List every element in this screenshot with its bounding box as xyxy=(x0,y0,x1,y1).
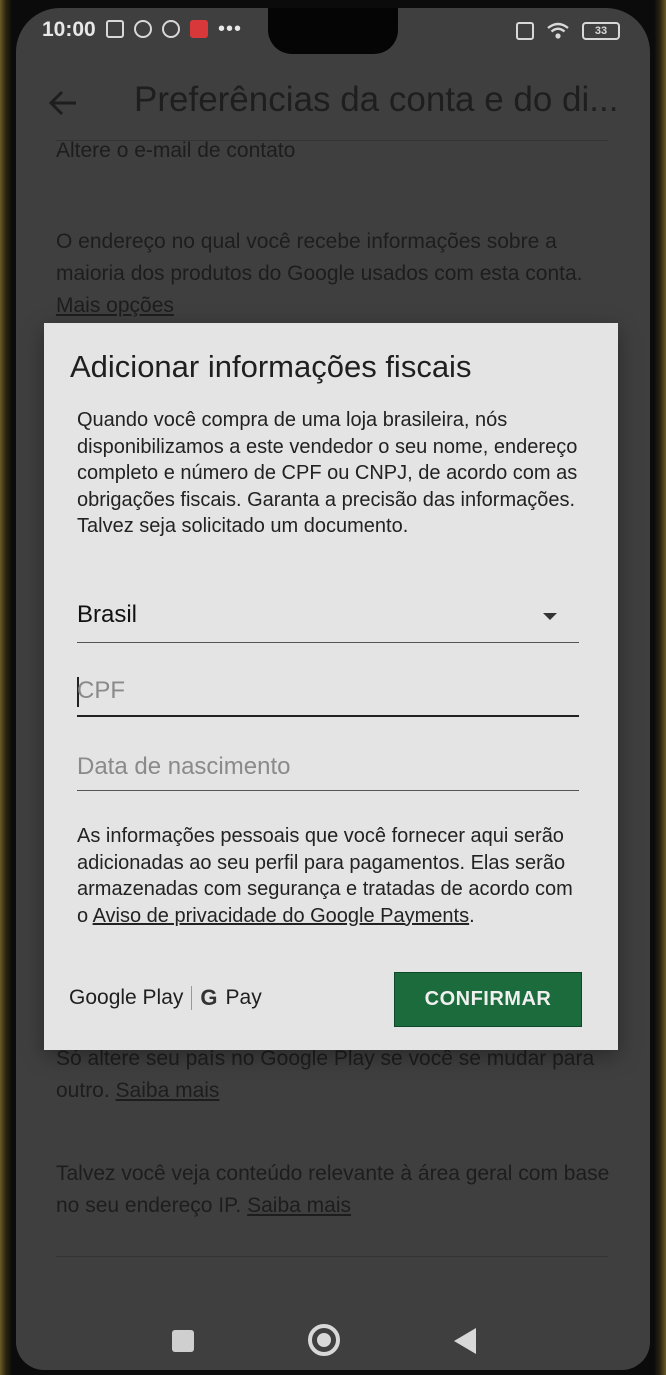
camera-notch xyxy=(268,8,398,54)
cpf-input[interactable] xyxy=(77,673,579,709)
status-icons-right: 33 xyxy=(516,22,620,40)
confirm-button[interactable]: CONFIRMAR xyxy=(394,972,582,1027)
ip-note: Talvez você veja conteúdo relevante à ár… xyxy=(56,1162,610,1217)
field-underline xyxy=(77,642,579,643)
status-time: 10:00 xyxy=(42,18,96,41)
more-icon: ••• xyxy=(218,18,243,40)
app-bar: Preferências da conta e do di... xyxy=(16,68,650,140)
sim-icon xyxy=(516,22,534,40)
learn-more-ip-link[interactable]: Saiba mais xyxy=(247,1194,351,1217)
g-logo-icon: G xyxy=(200,985,218,1010)
field-underline xyxy=(77,715,579,717)
nfc-icon xyxy=(106,20,124,38)
screen: 10:00 ••• 33 Preferências da conta e do … xyxy=(16,8,650,1370)
status-bar: 10:00 ••• 33 xyxy=(16,8,650,58)
privacy-notice-link[interactable]: Aviso de privacidade do Google Payments xyxy=(93,905,470,927)
brand-row: Google Play G Pay xyxy=(69,985,262,1011)
recents-button[interactable] xyxy=(172,1330,194,1352)
system-nav-bar xyxy=(16,1308,650,1370)
more-options-link[interactable]: Mais opções xyxy=(56,294,174,317)
field-underline xyxy=(77,790,579,791)
birthdate-input[interactable] xyxy=(77,749,579,785)
phone-frame: 10:00 ••• 33 Preferências da conta e do … xyxy=(0,0,666,1375)
gear-icon xyxy=(162,20,180,38)
birthdate-field[interactable] xyxy=(77,745,579,791)
mail-icon xyxy=(190,20,208,38)
page-title: Preferências da conta e do di... xyxy=(134,80,619,119)
back-arrow-icon[interactable] xyxy=(46,86,80,120)
gpay-logo: Pay xyxy=(225,986,262,1009)
google-play-logo: Google Play xyxy=(69,986,184,1009)
dialog-description: Quando você compra de uma loja brasileir… xyxy=(77,409,578,538)
brand-separator xyxy=(191,986,193,1010)
country-select[interactable]: Brasil xyxy=(77,595,579,643)
wifi-icon xyxy=(547,22,569,39)
dialog-title: Adicionar informações fiscais xyxy=(70,349,472,384)
cut-text: Altere o e-mail de contato xyxy=(56,139,296,158)
country-value: Brasil xyxy=(77,601,138,628)
divider xyxy=(56,1256,608,1257)
dropdown-arrow-icon xyxy=(543,613,557,620)
cpf-field[interactable] xyxy=(77,669,579,717)
back-button[interactable] xyxy=(454,1328,476,1354)
s-icon xyxy=(134,20,152,38)
country-note: Só altere seu país no Google Play se voc… xyxy=(56,1047,595,1102)
home-button[interactable] xyxy=(308,1324,340,1356)
privacy-note: As informações pessoais que você fornece… xyxy=(77,825,573,927)
status-icons-left: ••• xyxy=(106,18,243,40)
learn-more-link[interactable]: Saiba mais xyxy=(116,1079,220,1102)
battery-icon: 33 xyxy=(582,22,620,40)
tax-info-dialog: Adicionar informações fiscais Quando voc… xyxy=(44,323,618,1050)
email-description: O endereço no qual você recebe informaçõ… xyxy=(56,230,583,317)
